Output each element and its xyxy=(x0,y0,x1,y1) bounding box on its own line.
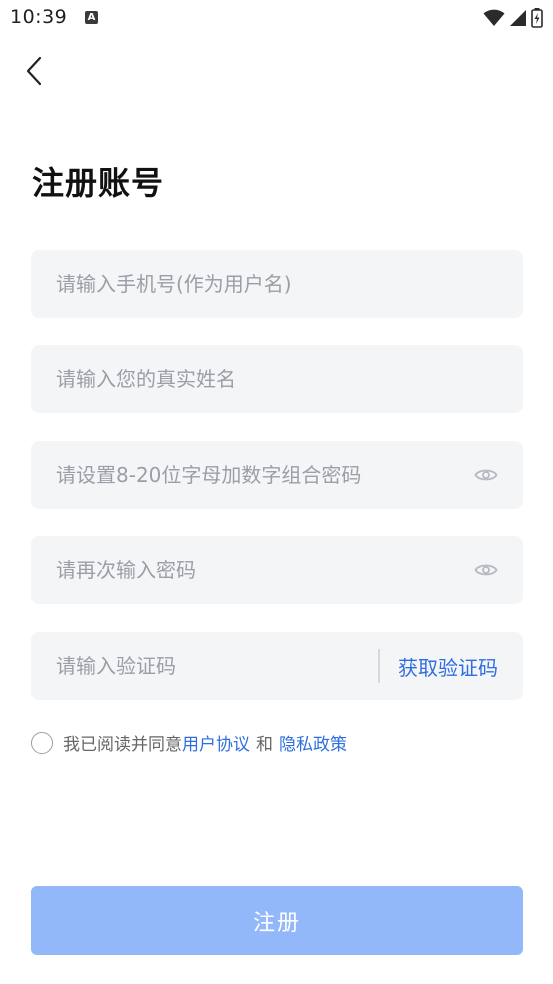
battery-icon xyxy=(531,8,543,28)
divider xyxy=(378,649,380,683)
status-icons xyxy=(483,8,543,28)
phone-input[interactable] xyxy=(31,249,523,319)
eye-icon xyxy=(474,469,498,481)
chevron-left-icon xyxy=(26,56,42,86)
page-title: 注册账号 xyxy=(32,164,165,202)
confirm-password-input[interactable] xyxy=(31,535,473,605)
confirm-password-visibility-toggle[interactable] xyxy=(473,560,499,580)
wifi-icon xyxy=(483,9,505,26)
agreement-checkbox[interactable] xyxy=(31,731,53,754)
eye-icon xyxy=(474,564,498,576)
password-visibility-toggle[interactable] xyxy=(473,465,499,485)
verification-code-input[interactable] xyxy=(31,631,378,701)
user-agreement-link[interactable]: 用户协议 xyxy=(182,730,250,755)
get-code-button[interactable]: 获取验证码 xyxy=(398,652,498,681)
phone-field-container xyxy=(31,249,523,319)
password-input[interactable] xyxy=(31,440,473,510)
real-name-input[interactable] xyxy=(31,344,523,414)
real-name-field-container xyxy=(31,344,523,414)
register-button[interactable]: 注册 xyxy=(31,886,523,955)
back-button[interactable] xyxy=(18,54,50,88)
status-bar: 10:39 A xyxy=(0,0,553,36)
status-time: 10:39 xyxy=(10,6,68,28)
password-field-container xyxy=(31,440,523,510)
agreement-prefix: 我已阅读并同意 xyxy=(63,735,182,755)
privacy-policy-link[interactable]: 隐私政策 xyxy=(279,730,347,755)
agreement-and: 和 xyxy=(256,735,273,755)
confirm-password-field-container xyxy=(31,535,523,605)
notification-a-icon: A xyxy=(85,11,98,24)
verification-code-field-container: 获取验证码 xyxy=(31,631,523,701)
signal-icon xyxy=(510,10,526,26)
agreement-row: 我已阅读并同意 用户协议 和 隐私政策 xyxy=(31,730,347,755)
